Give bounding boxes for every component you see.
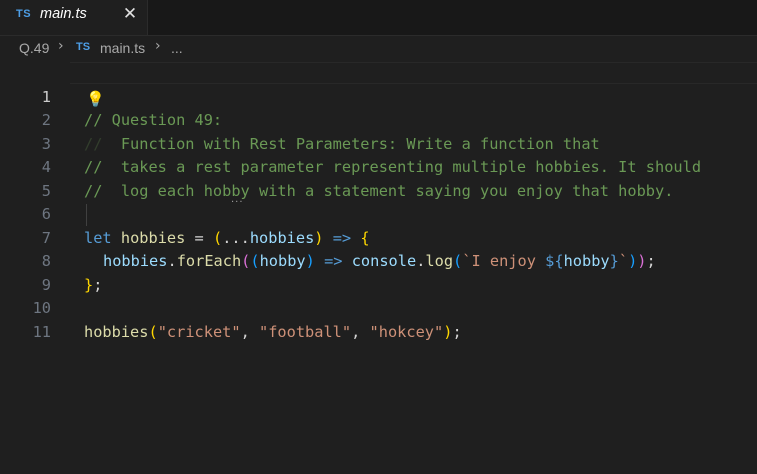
code-line: 6 let hobbies = (...hobbies) => {: [0, 180, 757, 247]
breadcrumb: Q.49 › TS main.ts › ...: [0, 36, 757, 60]
code-line: 1 // Question 49:: [0, 62, 757, 130]
tab-main-ts[interactable]: TS main.ts ✕: [0, 0, 148, 35]
typescript-file-icon: TS: [76, 41, 91, 53]
line-number: 11: [32, 322, 51, 341]
code-line: 10 hobbies("cricket", "football", "hokce…: [0, 274, 757, 341]
code-line: 3 // takes a rest parameter representing…: [0, 109, 757, 177]
breadcrumb-symbol[interactable]: ...: [171, 40, 183, 56]
string: "hokcey": [369, 322, 444, 341]
tab-title: main.ts: [40, 6, 87, 22]
code-line: 11: [0, 297, 757, 341]
lightbulb-icon[interactable]: 💡: [86, 88, 105, 112]
semicolon: ;: [452, 322, 462, 341]
code-line: 5: [0, 156, 757, 200]
typescript-file-icon: TS: [16, 8, 32, 20]
code-line: 2 // Function with Rest Parameters: Writ…: [0, 86, 757, 153]
chevron-right-icon: ›: [155, 38, 161, 54]
close-icon[interactable]: ✕: [121, 4, 139, 24]
code-line: 4 // log each hobby with a statement say…: [0, 133, 757, 200]
comma: ,: [240, 322, 259, 341]
breadcrumb-folder[interactable]: Q.49: [19, 40, 49, 56]
string: "football": [259, 322, 352, 341]
comma: ,: [351, 322, 370, 341]
code-line: 7 hobbies.forEach((hobby) => console.log…: [0, 203, 757, 271]
string: "cricket": [157, 322, 241, 341]
code-line: 8 };: [0, 227, 757, 294]
paren: (: [148, 322, 158, 341]
indent-guide: [86, 204, 87, 226]
tab-bar: TS main.ts ✕: [0, 0, 757, 36]
function-call: hobbies: [84, 322, 149, 341]
code-editor[interactable]: 1 // Question 49: 2 // Function with Res…: [0, 62, 757, 474]
code-line: 9: [0, 250, 757, 294]
breadcrumb-file[interactable]: main.ts: [100, 40, 145, 56]
chevron-right-icon: ›: [58, 38, 64, 54]
